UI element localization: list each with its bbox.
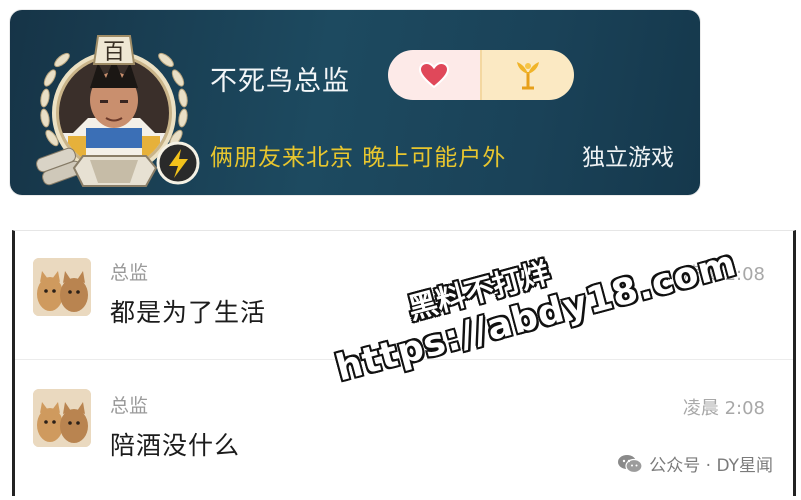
profile-card: 百 不死鸟总监 俩朋友来北京 晚上可能户外 独立游戏 <box>10 10 700 195</box>
profile-tag[interactable]: 独立游戏 <box>582 138 674 172</box>
level-badge: 百 <box>92 35 136 65</box>
cat-avatar-icon <box>33 389 91 447</box>
sender-avatar[interactable] <box>33 389 91 447</box>
sender-avatar[interactable] <box>33 258 91 316</box>
crown-plant-icon <box>517 62 539 90</box>
cat-avatar-icon <box>33 258 91 316</box>
source-label: 公众号 · DY星闻 <box>649 456 773 476</box>
message-time: 凌晨 2:08 <box>682 398 765 419</box>
message-text: 陪酒没什么 <box>110 431 241 460</box>
status-pill[interactable] <box>388 50 574 100</box>
message-text: 都是为了生活 <box>110 298 267 327</box>
lightning-icon <box>156 141 200 185</box>
status-text: 俩朋友来北京 晚上可能户外 <box>210 145 507 171</box>
sender-name: 总监 <box>110 262 149 284</box>
svg-text:百: 百 <box>103 40 125 65</box>
source-attribution: 公众号 · DY星闻 <box>617 451 773 476</box>
wechat-icon <box>618 454 643 473</box>
chat-message[interactable]: 总监 凌晨 2:08 都是为了生活 <box>15 231 793 360</box>
message-time: 凌晨 2:08 <box>682 264 765 285</box>
user-name: 不死鸟总监 <box>210 66 350 97</box>
sender-name: 总监 <box>110 395 149 417</box>
heart-icon <box>419 62 449 88</box>
avatar-badge-frame: 百 <box>36 35 200 187</box>
chat-panel: 总监 凌晨 2:08 都是为了生活 总监 凌晨 2:08 陪酒没什么 公众号 ·… <box>12 230 796 496</box>
crown-button[interactable] <box>480 50 574 100</box>
heart-button[interactable] <box>388 50 480 100</box>
